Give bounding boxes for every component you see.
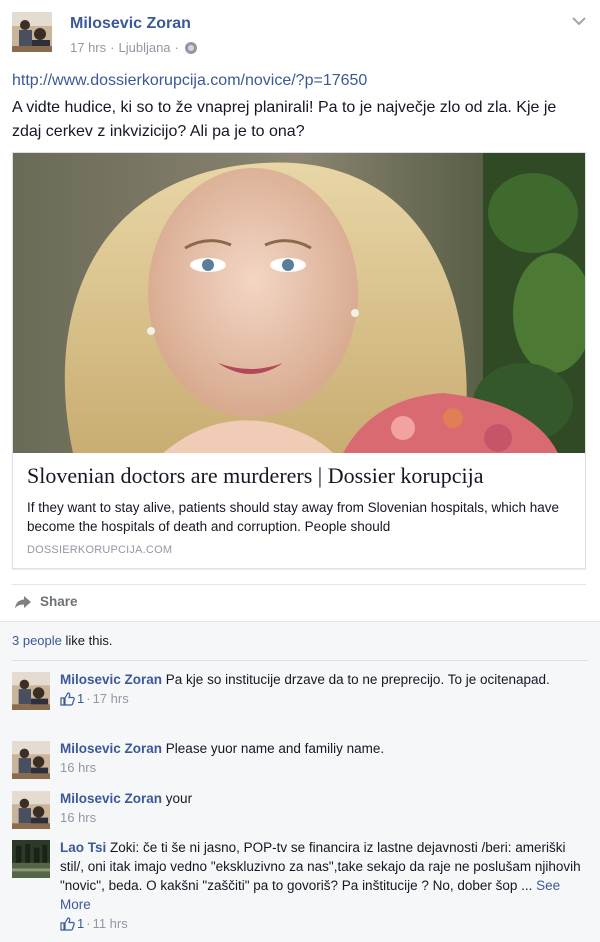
post-location[interactable]: Ljubljana: [118, 40, 170, 55]
comment-author[interactable]: Lao Tsi: [60, 840, 106, 855]
comment-time[interactable]: 11 hrs: [93, 914, 128, 933]
comment-time[interactable]: 16 hrs: [60, 808, 96, 827]
comment-item: Milosevic Zoran Pa kje so institucije dr…: [12, 670, 588, 730]
comment-item: Milosevic Zoran your 16 hrs: [12, 789, 588, 831]
meta-separator: ·: [110, 40, 115, 55]
comment-author[interactable]: Milosevic Zoran: [60, 672, 162, 687]
facebook-post: Milosevic Zoran 17 hrs · Ljubljana · htt…: [0, 0, 600, 942]
comment-text: Zoki: če ti še ni jasno, POP-tv se finan…: [60, 840, 581, 893]
share-icon: [15, 595, 31, 608]
comments-divider: [12, 660, 588, 661]
comments-section: 3 people like this. Milosevic Zoran Pa k…: [0, 621, 600, 942]
comment-meta: 16 hrs: [60, 808, 585, 827]
post-link[interactable]: http://www.dossierkorupcija.com/novice/?…: [12, 72, 367, 90]
comment-text: Pa kje so institucije drzave da to ne pr…: [165, 672, 550, 687]
comment-meta: 1 · 17 hrs: [60, 689, 585, 708]
comment-meta: 16 hrs: [60, 758, 585, 777]
likes-summary: 3 people like this.: [12, 633, 112, 648]
link-preview-card[interactable]: Slovenian doctors are murderers | Dossie…: [12, 152, 586, 569]
comment-time[interactable]: 17 hrs: [93, 689, 129, 708]
like-thumb-icon[interactable]: [60, 691, 75, 706]
post-text: A vidte hudice, ki so to že vnaprej plan…: [12, 99, 557, 140]
comment-item: Milosevic Zoran Please yuor name and fam…: [12, 739, 588, 781]
commenter-avatar[interactable]: [12, 672, 50, 710]
actions-divider: [12, 584, 586, 585]
share-label: Share: [40, 594, 78, 609]
commenter-avatar[interactable]: [12, 791, 50, 829]
commenter-avatar[interactable]: [12, 840, 50, 878]
chevron-down-icon[interactable]: [571, 14, 587, 28]
post-meta: 17 hrs · Ljubljana ·: [70, 40, 197, 55]
comment-text: Please yuor name and familiy name.: [165, 741, 385, 756]
post-author-name[interactable]: Milosevic Zoran: [70, 15, 191, 33]
link-preview-description: If they want to stay alive, patients sho…: [27, 500, 560, 534]
comment-author[interactable]: Milosevic Zoran: [60, 741, 162, 756]
comment-like-count[interactable]: 1: [77, 689, 84, 708]
comment-time[interactable]: 16 hrs: [60, 758, 96, 777]
meta-separator: ·: [86, 916, 91, 931]
comment-body: Milosevic Zoran your 16 hrs: [60, 789, 585, 827]
comment-body: Milosevic Zoran Pa kje so institucije dr…: [60, 670, 585, 708]
comment-body: Lao Tsi Zoki: če ti še ni jasno, POP-tv …: [60, 838, 585, 933]
comment-body: Milosevic Zoran Please yuor name and fam…: [60, 739, 585, 777]
commenter-avatar[interactable]: [12, 741, 50, 779]
share-button[interactable]: Share: [14, 594, 78, 609]
post-time[interactable]: 17 hrs: [70, 40, 106, 55]
comment-author[interactable]: Milosevic Zoran: [60, 791, 162, 806]
comment-like-count[interactable]: 1: [77, 914, 84, 933]
meta-separator: ·: [174, 40, 179, 55]
link-preview-title[interactable]: Slovenian doctors are murderers | Dossie…: [27, 463, 484, 489]
comment-text: your: [165, 791, 193, 806]
link-preview-domain: DOSSIERKORUPCIJA.COM: [27, 544, 173, 556]
globe-icon[interactable]: [184, 41, 197, 54]
author-avatar[interactable]: [12, 12, 52, 52]
link-preview-image[interactable]: [13, 153, 585, 453]
comment-meta: 1 · 11 hrs: [60, 914, 585, 933]
comment-item: Lao Tsi Zoki: če ti še ni jasno, POP-tv …: [12, 838, 588, 938]
meta-separator: ·: [86, 691, 91, 706]
likes-count-link[interactable]: 3 people: [12, 633, 62, 648]
likes-suffix: like this.: [61, 633, 113, 648]
like-thumb-icon[interactable]: [60, 916, 75, 931]
